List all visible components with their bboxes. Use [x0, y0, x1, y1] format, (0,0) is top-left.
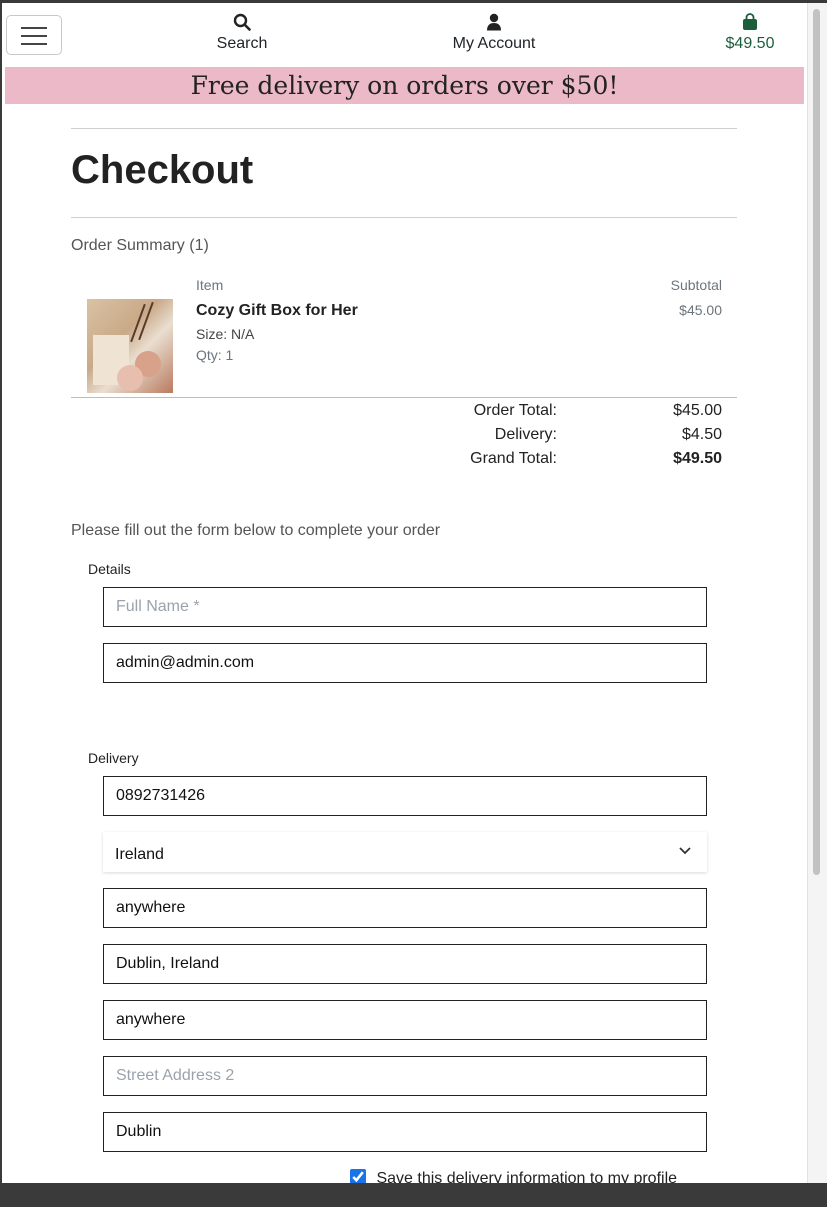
street-address-2-input[interactable]: [103, 1056, 707, 1096]
scrollbar[interactable]: [807, 3, 827, 1183]
user-icon: [432, 13, 556, 35]
country-select[interactable]: Ireland: [103, 832, 707, 872]
nav-account-link[interactable]: My Account: [432, 13, 556, 53]
save-info-row[interactable]: Save this delivery information to my pro…: [350, 1169, 677, 1183]
save-info-checkbox[interactable]: [350, 1169, 366, 1183]
product-size: Size: N/A: [196, 326, 255, 342]
product-subtotal: $45.00: [679, 302, 722, 318]
hamburger-icon-bar: [21, 43, 47, 45]
email-input[interactable]: [103, 643, 707, 683]
divider: [71, 128, 737, 129]
grand-total-value: $49.50: [673, 450, 722, 467]
phone-input[interactable]: [103, 776, 707, 816]
delivery-legend: Delivery: [88, 750, 139, 766]
browser-viewport: Search My Account $49.50 Free delivery o…: [0, 0, 827, 1183]
hamburger-icon-bar: [21, 35, 47, 37]
order-summary-heading: Order Summary (1): [71, 237, 209, 254]
product-qty: Qty: 1: [196, 347, 234, 363]
delivery-value: $4.50: [681, 426, 722, 443]
divider: [71, 397, 737, 398]
order-total-value: $45.00: [673, 402, 722, 419]
menu-toggle-button[interactable]: [6, 15, 62, 55]
nav-search-label: Search: [216, 35, 268, 52]
form-intro: Please fill out the form below to comple…: [71, 522, 441, 539]
top-navbar: Search My Account $49.50: [2, 3, 807, 67]
product-name: Cozy Gift Box for Her: [196, 302, 358, 319]
item-column-label: Item: [196, 277, 224, 293]
page-title: Checkout: [71, 148, 254, 192]
save-info-label: Save this delivery information to my pro…: [376, 1170, 678, 1183]
town-input[interactable]: [103, 944, 707, 984]
delivery-banner: Free delivery on orders over $50!: [5, 67, 804, 104]
country-select-value: Ireland: [115, 846, 164, 863]
grand-total-label: Grand Total:: [470, 450, 557, 467]
chevron-down-icon: [679, 842, 691, 858]
scrollbar-thumb[interactable]: [813, 9, 820, 875]
full-name-input[interactable]: [103, 587, 707, 627]
county-input[interactable]: [103, 1112, 707, 1152]
street-address-1-input[interactable]: [103, 1000, 707, 1040]
delivery-label: Delivery:: [494, 426, 557, 443]
bag-total: $49.50: [725, 35, 775, 52]
nav-bag-link[interactable]: $49.50: [708, 13, 792, 53]
product-image: [87, 299, 173, 393]
subtotal-column-label: Subtotal: [670, 277, 722, 293]
search-icon: [202, 13, 282, 35]
nav-search-link[interactable]: Search: [202, 13, 282, 53]
divider: [71, 217, 737, 218]
hamburger-icon: [21, 27, 47, 29]
order-total-label: Order Total:: [473, 402, 557, 419]
details-legend: Details: [88, 561, 131, 577]
shopping-bag-icon: [708, 13, 792, 35]
postcode-input[interactable]: [103, 888, 707, 928]
nav-account-label: My Account: [452, 35, 536, 52]
